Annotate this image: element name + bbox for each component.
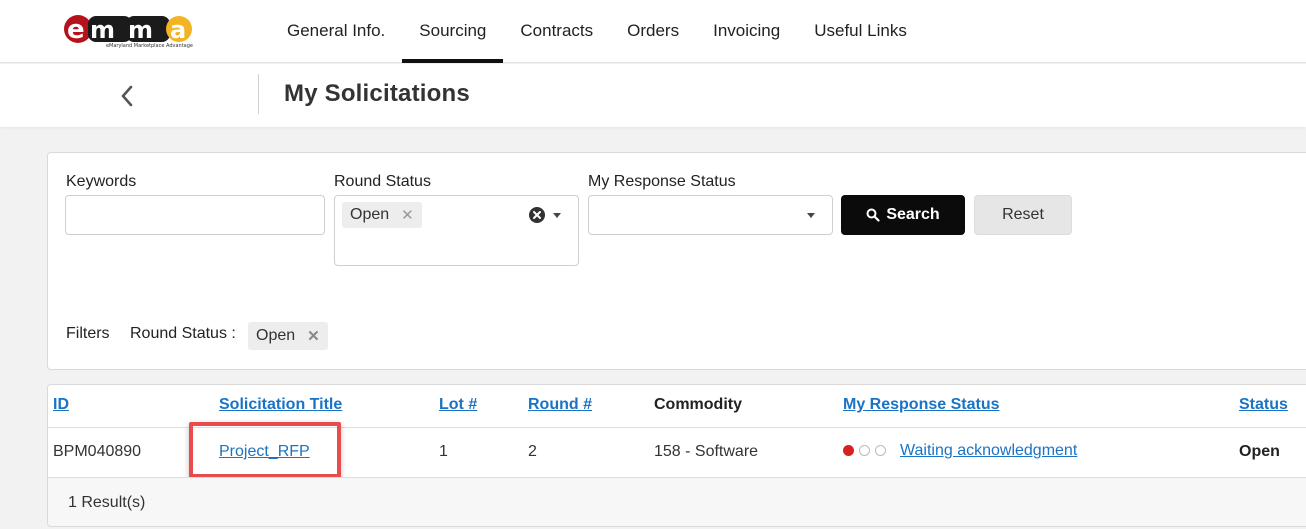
nav-tab-general-info[interactable]: General Info. xyxy=(270,0,402,62)
active-filter-value: Open xyxy=(256,327,296,344)
status-step-dot-active xyxy=(843,445,854,456)
chevron-down-icon xyxy=(807,213,815,218)
chevron-down-icon[interactable] xyxy=(553,213,561,218)
cell-lot: 1 xyxy=(439,443,448,460)
nav-tab-useful-links[interactable]: Useful Links xyxy=(797,0,924,62)
response-status-link[interactable]: Waiting acknowledgment xyxy=(900,442,1077,460)
column-header-solicitation-title[interactable]: Solicitation Title xyxy=(219,396,342,414)
page-header: My Solicitations xyxy=(0,64,1306,127)
chevron-left-icon xyxy=(121,85,133,107)
status-step-dot xyxy=(859,445,870,456)
round-status-chip-label: Open xyxy=(350,206,390,223)
cell-commodity: 158 - Software xyxy=(654,443,759,460)
column-header-status[interactable]: Status xyxy=(1239,396,1288,414)
round-status-label: Round Status xyxy=(334,173,431,190)
results-table: ID Solicitation Title Lot # Round # Comm… xyxy=(47,384,1306,527)
highlight-box xyxy=(189,422,341,478)
round-status-select[interactable]: Open ✕ xyxy=(334,195,579,266)
column-header-round[interactable]: Round # xyxy=(528,396,592,414)
cell-id: BPM040890 xyxy=(53,443,142,460)
main-nav-tabs: General Info. Sourcing Contracts Orders … xyxy=(270,0,924,63)
column-header-id[interactable]: ID xyxy=(53,396,69,414)
top-navigation: e m m a eMaryland Marketplace Advantage … xyxy=(0,0,1306,63)
cell-status: Open xyxy=(1239,443,1280,460)
search-icon xyxy=(866,208,880,222)
filters-label: Filters xyxy=(66,325,110,342)
search-button-label: Search xyxy=(886,206,940,223)
active-filter-chip: Open ✕ xyxy=(248,322,328,350)
active-filter-name: Round Status : xyxy=(130,325,236,342)
nav-tab-contracts[interactable]: Contracts xyxy=(503,0,610,62)
keywords-input[interactable] xyxy=(65,195,325,235)
svg-text:e: e xyxy=(67,15,85,45)
logo-tagline: eMaryland Marketplace Advantage xyxy=(105,43,193,49)
cell-round: 2 xyxy=(528,443,537,460)
clear-selection-icon[interactable] xyxy=(528,206,546,224)
response-status-label: My Response Status xyxy=(588,173,736,190)
table-footer: 1 Result(s) xyxy=(48,478,1306,526)
svg-text:m: m xyxy=(90,16,115,44)
nav-tab-invoicing[interactable]: Invoicing xyxy=(696,0,797,62)
keywords-label: Keywords xyxy=(66,173,137,190)
page-title: My Solicitations xyxy=(284,80,470,107)
column-header-response-status[interactable]: My Response Status xyxy=(843,396,999,414)
round-status-chip: Open ✕ xyxy=(342,202,422,228)
back-button[interactable] xyxy=(112,82,142,110)
search-filter-panel: Keywords Round Status Open ✕ My Response… xyxy=(47,152,1306,370)
nav-tab-sourcing[interactable]: Sourcing xyxy=(402,0,504,63)
emma-logo[interactable]: e m m a eMaryland Marketplace Advantage xyxy=(58,12,198,52)
column-header-commodity: Commodity xyxy=(654,396,742,413)
response-status-select[interactable] xyxy=(588,195,833,235)
header-divider xyxy=(258,74,259,114)
remove-filter-icon[interactable]: ✕ xyxy=(307,327,320,345)
status-step-dot xyxy=(875,445,886,456)
svg-text:a: a xyxy=(170,16,186,44)
column-header-lot[interactable]: Lot # xyxy=(439,396,477,414)
reset-button[interactable]: Reset xyxy=(974,195,1072,235)
logo-graphic: e m m a xyxy=(64,15,192,45)
results-count: 1 Result(s) xyxy=(68,494,146,511)
nav-tab-orders[interactable]: Orders xyxy=(610,0,696,62)
svg-text:m: m xyxy=(128,16,153,44)
search-button[interactable]: Search xyxy=(841,195,965,235)
remove-chip-icon[interactable]: ✕ xyxy=(401,206,414,224)
